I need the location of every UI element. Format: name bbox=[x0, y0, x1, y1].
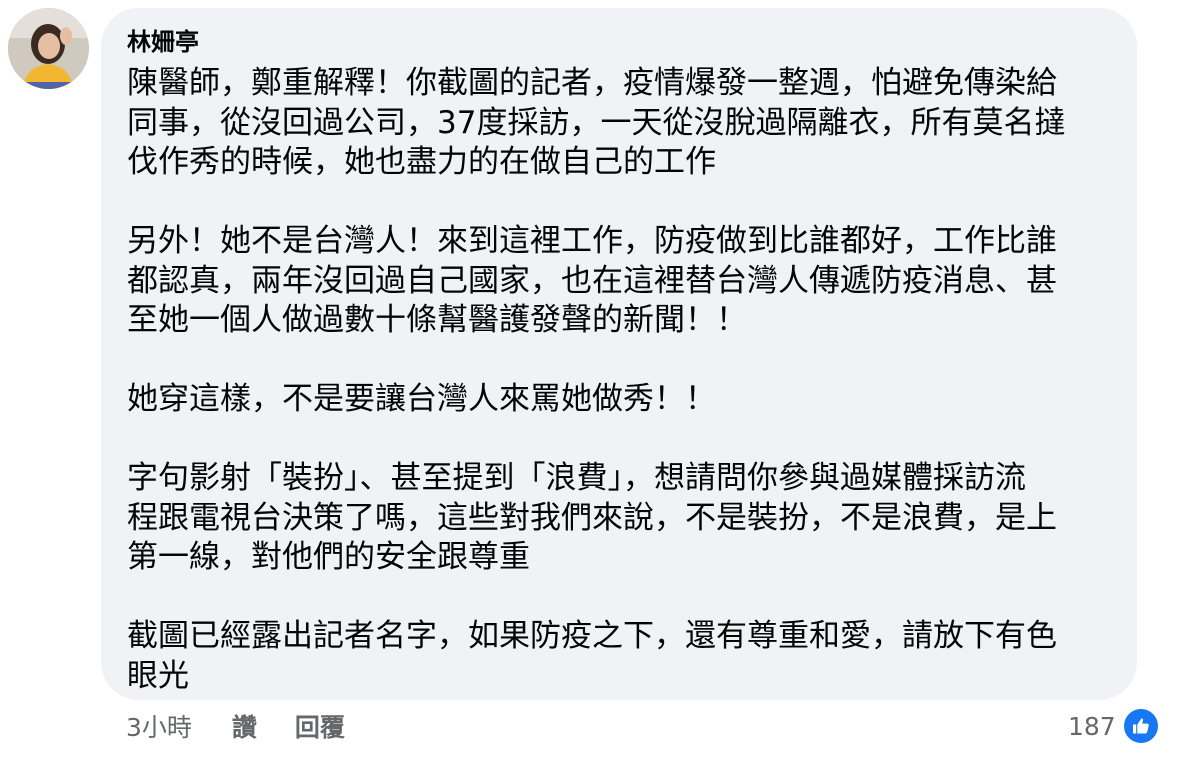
comment-bubble: 林姍亭 陳醫師，鄭重解釋！你截圖的記者，疫情爆發一整週，怕避免傳染給 同事，從沒… bbox=[101, 8, 1137, 700]
comment-author[interactable]: 林姍亭 bbox=[127, 28, 1111, 56]
comment-line: 眼光 bbox=[127, 657, 189, 694]
comment-line: 同事，從沒回過公司，37度採訪，一天從沒脫過隔離衣，所有莫名撻 bbox=[127, 104, 1066, 141]
reply-button[interactable]: 回覆 bbox=[295, 708, 345, 744]
comment-footer: 3小時 讚 回覆 bbox=[126, 706, 345, 746]
comment-timestamp[interactable]: 3小時 bbox=[126, 708, 192, 744]
avatar[interactable] bbox=[8, 8, 89, 89]
comment-line: 她穿這樣，不是要讓台灣人來罵她做秀！！ bbox=[127, 381, 716, 417]
comment-line: 第一線，對他們的安全跟尊重 bbox=[127, 539, 530, 575]
comment-line: 都認真，兩年沒回過自己國家，也在這裡替台灣人傳遞防疫消息、甚 bbox=[127, 262, 1057, 299]
comment-paragraph: 字句影射「裝扮」、甚至提到「浪費」，想請問你參與過媒體採訪流 程跟電視台決策了嗎… bbox=[127, 459, 1111, 578]
reaction-count: 187 bbox=[1068, 711, 1116, 741]
comment-line: 陳醫師，鄭重解釋！你截圖的記者，疫情爆發一整週，怕避免傳染給 bbox=[127, 65, 1057, 101]
reaction-summary[interactable]: 187 bbox=[1068, 706, 1160, 746]
comment-paragraph: 截圖已經露出記者名字，如果防疫之下，還有尊重和愛，請放下有色 眼光 bbox=[127, 617, 1111, 696]
like-button[interactable]: 讚 bbox=[232, 708, 257, 744]
comment-paragraph: 她穿這樣，不是要讓台灣人來罵她做秀！！ bbox=[127, 380, 1111, 420]
comment-paragraph: 另外！她不是台灣人！來到這裡工作，防疫做到比誰都好，工作比誰 都認真，兩年沒回過… bbox=[127, 222, 1111, 341]
comment-paragraph: 陳醫師，鄭重解釋！你截圖的記者，疫情爆發一整週，怕避免傳染給 同事，從沒回過公司… bbox=[127, 64, 1111, 183]
comment-line: 程跟電視台決策了嗎，這些對我們來說，不是裝扮，不是浪費，是上 bbox=[127, 499, 1057, 536]
comment-line: 字句影射「裝扮」、甚至提到「浪費」，想請問你參與過媒體採訪流 bbox=[127, 460, 1026, 496]
avatar-image bbox=[8, 8, 89, 89]
comment-line: 至她一個人做過數十條幫醫護發聲的新聞！！ bbox=[127, 302, 747, 338]
comment-line: 另外！她不是台灣人！來到這裡工作，防疫做到比誰都好，工作比誰 bbox=[127, 223, 1057, 259]
comment-line: 伐作秀的時候，她也盡力的在做自己的工作 bbox=[127, 144, 716, 180]
comment-line: 截圖已經露出記者名字，如果防疫之下，還有尊重和愛，請放下有色 bbox=[127, 618, 1057, 654]
thumbs-up-icon bbox=[1121, 707, 1160, 745]
